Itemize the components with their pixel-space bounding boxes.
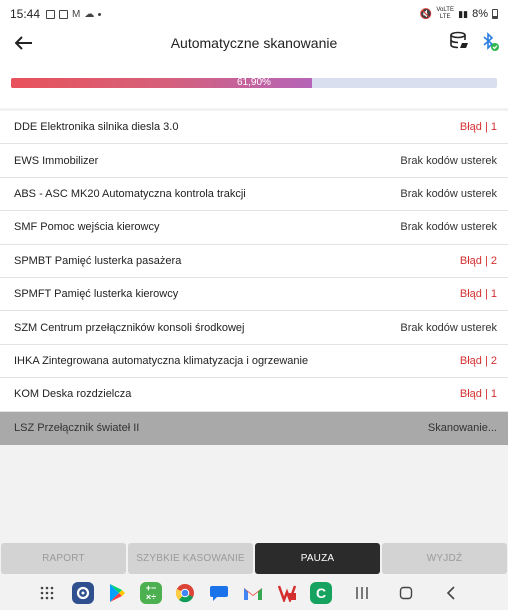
module-row[interactable]: DDE Elektronika silnika diesla 3.0 Błąd |… bbox=[0, 111, 508, 145]
phone-app-icon[interactable]: C bbox=[310, 582, 332, 604]
apps-grid-icon bbox=[40, 586, 54, 600]
module-name: ABS - ASC MK20 Automatyczna kontrola tra… bbox=[14, 187, 246, 200]
network-type: VoLTE LTE bbox=[436, 7, 454, 20]
module-name: SPMBT Pamięć lusterka pasażera bbox=[14, 254, 182, 267]
messages-app-icon[interactable] bbox=[208, 582, 230, 604]
module-status: Brak kodów usterek bbox=[400, 187, 497, 200]
module-status: Brak kodów usterek bbox=[400, 154, 497, 167]
module-status: Błąd | 2 bbox=[459, 254, 497, 267]
module-list: DDE Elektronika silnika diesla 3.0 Błąd |… bbox=[0, 111, 508, 445]
recents-icon bbox=[356, 587, 368, 599]
module-status: Brak kodów usterek bbox=[400, 221, 497, 234]
calculator-icon: +− ×÷ bbox=[145, 583, 157, 602]
module-name: SPMFT Pamięć lusterka kierowcy bbox=[14, 288, 179, 301]
chrome-app-icon[interactable] bbox=[174, 582, 196, 604]
play-store-icon bbox=[110, 584, 125, 602]
system-status: 🔇 VoLTE LTE ▮▮ 8% bbox=[420, 7, 498, 21]
settings-app-icon[interactable] bbox=[72, 582, 94, 604]
recents-button[interactable] bbox=[352, 583, 372, 603]
scan-progress-bar: 61,90% bbox=[11, 78, 497, 88]
module-status: Brak kodów usterek bbox=[400, 321, 497, 334]
chrome-icon bbox=[175, 584, 194, 603]
battery-percent: 8% bbox=[472, 8, 488, 20]
module-name: IHKA Zintegrowana automatyczna klimatyza… bbox=[14, 354, 309, 367]
report-button[interactable]: RAPORT bbox=[1, 543, 126, 574]
page-title: Automatyczne skanowanie bbox=[170, 35, 338, 51]
calculator-app-icon[interactable]: +− ×÷ bbox=[140, 582, 162, 604]
gmail-notification-icon: M bbox=[72, 8, 81, 20]
module-row[interactable]: EWS Immobilizer Brak kodów usterek bbox=[0, 144, 508, 178]
module-name: KOM Deska rozdzielcza bbox=[14, 388, 132, 401]
settings-icon bbox=[76, 586, 90, 600]
home-button[interactable] bbox=[396, 583, 416, 603]
bluetooth-connected-icon bbox=[483, 32, 499, 51]
messages-icon bbox=[210, 586, 228, 601]
module-row[interactable]: SMF Pomoc wejścia kierowcy Brak kodów ust… bbox=[0, 211, 508, 245]
back-button[interactable] bbox=[12, 32, 36, 54]
module-status: Błąd | 1 bbox=[459, 288, 497, 301]
image-icon bbox=[59, 9, 69, 19]
module-name: EWS Immobilizer bbox=[14, 154, 99, 167]
module-row[interactable]: SZM Centrum przełączników konsoli środko… bbox=[0, 311, 508, 345]
mute-icon: 🔇 bbox=[419, 8, 433, 20]
module-name: DDE Elektronika silnika diesla 3.0 bbox=[14, 121, 179, 134]
bluetooth-button[interactable] bbox=[480, 31, 500, 53]
action-buttons: RAPORT SZYBKIE KASOWANIE PAUZA WYJDŹ bbox=[0, 543, 508, 574]
database-icon bbox=[450, 31, 468, 49]
navigation-bar: +− ×÷ C bbox=[0, 575, 508, 610]
more-notifications-icon bbox=[98, 12, 102, 16]
gmail-icon bbox=[244, 588, 262, 600]
system-back-button[interactable] bbox=[441, 583, 461, 603]
phone-icon: C bbox=[315, 585, 327, 601]
module-row[interactable]: KOM Deska rozdzielcza Błąd | 1 bbox=[0, 378, 508, 412]
progress-section: 61,90% bbox=[0, 58, 508, 108]
module-name: LSZ Przełącznik świateł II bbox=[14, 422, 140, 435]
gmail-app-icon[interactable] bbox=[242, 582, 264, 604]
database-button[interactable] bbox=[449, 31, 471, 53]
module-row[interactable]: LSZ Przełącznik świateł II Skanowanie... bbox=[0, 411, 508, 445]
back-icon bbox=[446, 586, 455, 600]
status-bar: 15:44 M ☁ 🔇 VoLTE LTE ▮▮ 8% bbox=[0, 0, 508, 28]
home-icon bbox=[399, 586, 413, 600]
module-row[interactable]: SPMFT Pamięć lusterka kierowcy Błąd | 1 bbox=[0, 278, 508, 312]
app-bar: Automatyczne skanowanie bbox=[0, 28, 508, 58]
apps-grid-button[interactable] bbox=[37, 583, 57, 603]
wallet-icon bbox=[277, 585, 297, 602]
arrow-left-icon bbox=[15, 36, 32, 50]
play-store-app-icon[interactable] bbox=[106, 582, 128, 604]
scan-progress-label: 61,90% bbox=[237, 78, 271, 88]
module-status: Błąd | 2 bbox=[459, 354, 497, 367]
wallet-app-icon[interactable] bbox=[276, 582, 298, 604]
battery-icon bbox=[492, 9, 498, 19]
module-row[interactable]: SPMBT Pamięć lusterka pasażera Błąd | 2 bbox=[0, 245, 508, 278]
signal-icon: ▮▮ bbox=[458, 8, 469, 19]
notification-icons: M ☁ bbox=[46, 8, 102, 20]
module-row[interactable]: IHKA Zintegrowana automatyczna klimatyza… bbox=[0, 345, 508, 379]
module-status: Błąd | 1 bbox=[459, 121, 497, 134]
module-name: SZM Centrum przełączników konsoli środko… bbox=[14, 321, 245, 334]
module-row[interactable]: ABS - ASC MK20 Automatyczna kontrola tra… bbox=[0, 178, 508, 212]
module-status: Skanowanie... bbox=[427, 422, 497, 435]
status-time: 15:44 bbox=[10, 7, 41, 21]
module-status: Błąd | 1 bbox=[459, 388, 497, 401]
cloud-icon: ☁ bbox=[84, 8, 95, 20]
pause-button[interactable]: PAUZA bbox=[255, 543, 380, 574]
gallery-icon bbox=[46, 9, 56, 19]
quick-clear-button[interactable]: SZYBKIE KASOWANIE bbox=[128, 543, 253, 574]
module-name: SMF Pomoc wejścia kierowcy bbox=[14, 221, 160, 234]
exit-button[interactable]: WYJDŹ bbox=[382, 543, 507, 574]
